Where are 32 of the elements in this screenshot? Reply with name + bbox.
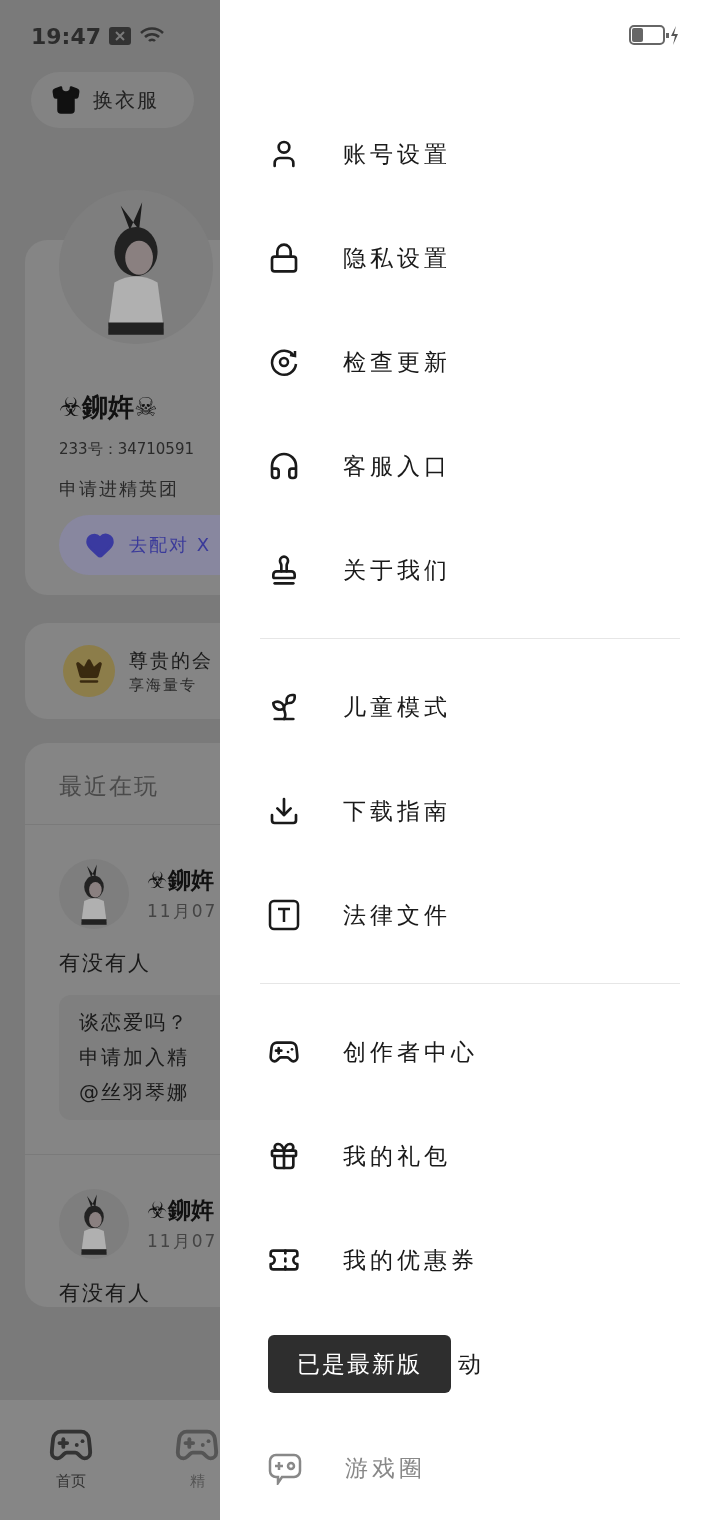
- menu-item[interactable]: 法律文件: [260, 863, 680, 967]
- post-text: 有没有人: [59, 1281, 151, 1305]
- user-name: ☣鉚姩☠: [59, 392, 158, 422]
- user-motto: 申请进精英团: [59, 478, 179, 499]
- toast: 已是最新版: [268, 1335, 451, 1393]
- post-text: 有没有人: [59, 951, 151, 975]
- author-name: ☣鉚姩: [147, 1196, 215, 1225]
- vip-subtitle: 享海量专: [129, 675, 198, 695]
- nav-tab[interactable]: 首页: [48, 1400, 94, 1520]
- user-id: 233号：34710591: [59, 440, 194, 458]
- quote-line: 谈恋爱吗？: [79, 1009, 190, 1036]
- menu-item[interactable]: 客服入口: [260, 414, 680, 518]
- menu-item[interactable]: 账号设置: [260, 102, 680, 206]
- outfit-button[interactable]: 换衣服: [31, 72, 194, 128]
- post-date: 11月07: [147, 900, 218, 923]
- menu-item[interactable]: 我的礼包: [260, 1104, 680, 1208]
- menu-item[interactable]: 我的优惠券: [260, 1208, 680, 1312]
- post-date: 11月07: [147, 1230, 218, 1253]
- menu-item[interactable]: 儿童模式: [260, 655, 680, 759]
- author-name: ☣鉚姩: [147, 866, 215, 895]
- vip-title: 尊贵的会: [129, 647, 213, 673]
- menu-item[interactable]: 关于我们: [260, 518, 680, 622]
- quote-line: 申请加入精: [79, 1044, 190, 1071]
- menu-item[interactable]: 创作者中心: [260, 1000, 680, 1104]
- section-title: 最近在玩: [59, 772, 160, 801]
- menu-item[interactable]: 检查更新: [260, 310, 680, 414]
- clock: 19:47: [31, 23, 102, 49]
- menu-item[interactable]: 下载指南: [260, 759, 680, 863]
- menu-item[interactable]: 游戏圈: [260, 1416, 680, 1520]
- menu-item[interactable]: 动: [458, 1348, 485, 1380]
- menu-item[interactable]: 隐私设置: [260, 206, 680, 310]
- quote-line: @丝羽琴娜: [79, 1079, 190, 1106]
